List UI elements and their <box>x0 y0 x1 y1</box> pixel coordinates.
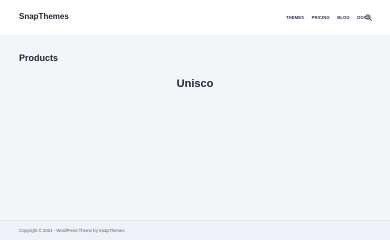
search-icon[interactable] <box>365 14 372 21</box>
site-logo[interactable]: SnapThemes <box>19 12 69 21</box>
product-title: Unisco <box>176 78 214 90</box>
nav-blog-link[interactable]: BLOG <box>337 15 350 20</box>
nav-themes-link[interactable]: THEMES <box>286 15 304 20</box>
nav-pricing-link[interactable]: PRICING <box>312 15 330 20</box>
site-header: SnapThemes THEMES PRICING BLOG DOCS <box>0 0 390 35</box>
main-navigation: THEMES PRICING BLOG DOCS <box>286 15 377 20</box>
page-title: Products <box>19 53 59 63</box>
copyright-text: Copyright © 2024 - WordPress Theme by Sn… <box>19 228 125 233</box>
site-footer: Copyright © 2024 - WordPress Theme by Sn… <box>0 220 390 240</box>
page-content <box>0 35 390 220</box>
